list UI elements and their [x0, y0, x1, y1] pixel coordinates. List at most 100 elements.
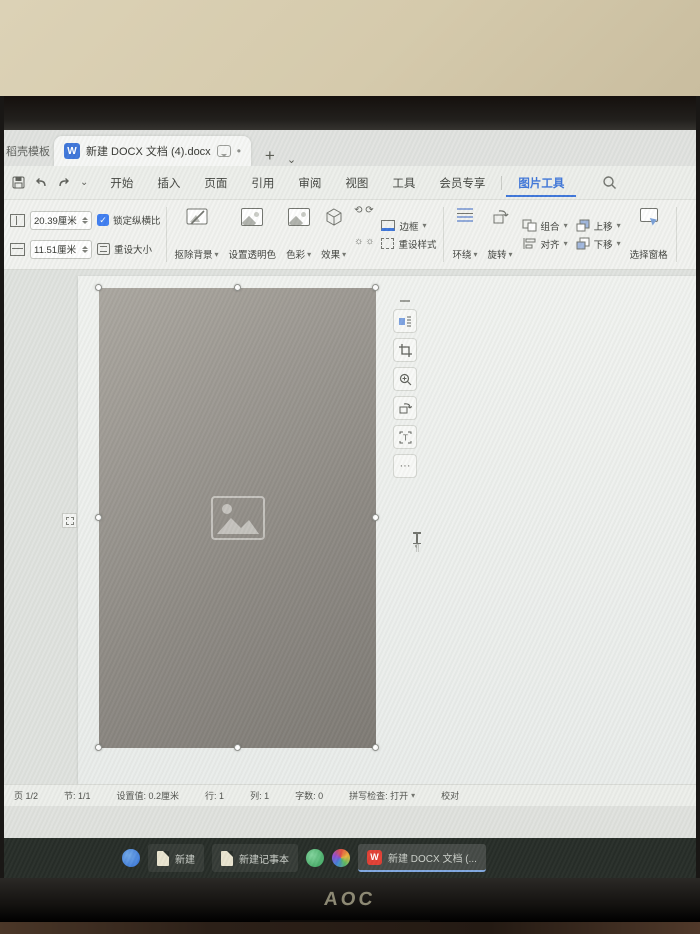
height-stepper[interactable]: 20.39厘米 [30, 211, 92, 230]
menu-view[interactable]: 视图 [333, 169, 380, 197]
bring-forward-icon [576, 219, 590, 232]
extract-text-button[interactable]: T [393, 425, 417, 449]
width-icon [10, 243, 25, 256]
stepper-arrows-icon[interactable] [82, 246, 88, 253]
menu-picture-tools[interactable]: 图片工具 [506, 169, 576, 197]
unsaved-dot-icon: • [237, 144, 241, 158]
search-icon[interactable] [602, 175, 617, 190]
layout-options-button[interactable] [393, 309, 417, 333]
reset-size-label: 重设大小 [114, 242, 152, 256]
checkbox-checked-icon[interactable]: ✓ [97, 214, 109, 226]
selection-handle[interactable] [234, 284, 241, 291]
monitor-bezel-top [0, 96, 700, 130]
stepper-arrows-icon[interactable] [82, 217, 88, 224]
color-button[interactable]: 色彩▾ [281, 205, 316, 264]
rotate-picture-button[interactable] [393, 396, 417, 420]
brightness-up-icon[interactable]: ☼ [354, 236, 363, 265]
ribbon-divider [443, 207, 444, 262]
document-file-icon [157, 851, 169, 866]
selection-handle[interactable] [372, 744, 379, 751]
width-stepper[interactable]: 11.51厘米 [30, 240, 92, 259]
object-anchor-icon [62, 513, 77, 528]
menu-home[interactable]: 开始 [98, 169, 145, 197]
desk-surface [0, 922, 700, 934]
group-objects-icon [522, 219, 537, 232]
save-icon[interactable] [12, 176, 25, 189]
comment-bubble-icon[interactable] [217, 145, 231, 157]
brightness-down-icon[interactable]: ☼ [365, 236, 374, 265]
selection-handle[interactable] [234, 744, 241, 751]
reset-size-button[interactable]: 重设大小 [97, 242, 161, 256]
collapse-toolbar-icon[interactable] [400, 300, 410, 302]
rotate-left-icon[interactable]: ⟲ [354, 205, 363, 234]
zoom-preview-button[interactable] [393, 367, 417, 391]
monitor-brand-logo: AOC [323, 889, 377, 911]
effects-button[interactable]: 效果▾ [316, 205, 351, 264]
rotate-button[interactable]: 旋转▾ [483, 205, 518, 264]
selection-handle[interactable] [95, 284, 102, 291]
new-tab-button[interactable]: + [265, 146, 275, 166]
group-label: 组合 [541, 219, 560, 233]
floating-picture-toolbar: T ··· [392, 300, 418, 478]
selection-handle[interactable] [372, 514, 379, 521]
send-backward-button[interactable]: 下移 ▾ [576, 237, 621, 251]
selection-handle[interactable] [372, 284, 379, 291]
taskbar-active-label: 新建 DOCX 文档 (... [388, 850, 477, 865]
status-proofing[interactable]: 校对 [441, 789, 459, 802]
border-button[interactable]: 边框 ▾ [381, 219, 436, 233]
menu-references[interactable]: 引用 [239, 169, 286, 197]
tab-docer-templates[interactable]: 稻壳模板 [4, 136, 54, 166]
rotate-right-icon[interactable]: ⟳ [365, 205, 374, 234]
quick-access-chevron-icon[interactable]: ⌄ [80, 177, 88, 188]
lock-aspect-checkbox[interactable]: ✓ 锁定纵横比 [97, 213, 161, 227]
menu-page[interactable]: 页面 [192, 169, 239, 197]
magnifier-plus-icon [399, 373, 412, 386]
border-label: 边框 [399, 219, 418, 233]
taskbar-item-wps-active[interactable]: W 新建 DOCX 文档 (... [358, 844, 486, 872]
status-page[interactable]: 页 1/2 [14, 789, 38, 802]
start-button-icon[interactable] [122, 849, 140, 867]
tab-list-chevron-icon[interactable]: ⌄ [287, 153, 296, 166]
menu-divider [501, 176, 502, 190]
color-label: 色彩 [286, 247, 305, 261]
reset-style-button[interactable]: 重设样式 [381, 237, 436, 251]
pilcrow-icon: ¶ [411, 544, 423, 553]
color-icon [288, 208, 310, 226]
taskbar-item-1[interactable]: 新建 [148, 844, 204, 872]
remove-background-button[interactable]: 抠除背景▾ [170, 205, 224, 264]
monitor-screen: 稻壳模板 W 新建 DOCX 文档 (4).docx • + ⌄ ⌄ 开始 插入… [4, 130, 696, 878]
align-button[interactable]: 对齐 ▾ [522, 237, 568, 251]
send-backward-label: 下移 [594, 237, 613, 251]
menu-insert[interactable]: 插入 [145, 169, 192, 197]
rotate-object-icon [491, 208, 510, 226]
wrap-button[interactable]: 环绕▾ [447, 205, 482, 264]
tab-active-document[interactable]: W 新建 DOCX 文档 (4).docx • [54, 136, 251, 166]
reset-style-icon [381, 238, 394, 249]
tray-color-app-icon[interactable] [332, 849, 350, 867]
set-transparent-button[interactable]: 设置透明色 [224, 205, 282, 264]
tray-green-app-icon[interactable] [306, 849, 324, 867]
rotate-brightness-minigroup: ⟲ ⟳ ☼ ☼ [351, 205, 377, 264]
status-word-count[interactable]: 字数: 0 [295, 789, 323, 802]
redacted-image-placeholder[interactable] [99, 288, 376, 748]
menu-member[interactable]: 会员专享 [427, 169, 497, 197]
undo-icon[interactable] [34, 177, 48, 189]
more-tools-button[interactable]: ··· [393, 454, 417, 478]
status-spellcheck[interactable]: 拼写检查: 打开 ▾ [349, 789, 415, 802]
selection-pane-button[interactable]: 选择窗格 [625, 205, 673, 264]
selection-handle[interactable] [95, 744, 102, 751]
group-button[interactable]: 组合 ▾ [522, 219, 568, 233]
menu-review[interactable]: 审阅 [286, 169, 333, 197]
width-value: 11.51厘米 [34, 242, 76, 256]
document-page[interactable]: T ··· ¶ [78, 276, 696, 784]
status-line: 行: 1 [205, 789, 224, 802]
crop-icon [399, 344, 412, 357]
redo-icon[interactable] [57, 177, 71, 189]
dropdown-caret-icon: ▾ [342, 250, 346, 259]
crop-button[interactable] [393, 338, 417, 362]
taskbar-item-2[interactable]: 新建记事本 [212, 844, 298, 872]
bring-forward-button[interactable]: 上移 ▾ [576, 219, 621, 233]
menu-tools[interactable]: 工具 [380, 169, 427, 197]
layout-options-icon [398, 315, 412, 328]
selection-handle[interactable] [95, 514, 102, 521]
